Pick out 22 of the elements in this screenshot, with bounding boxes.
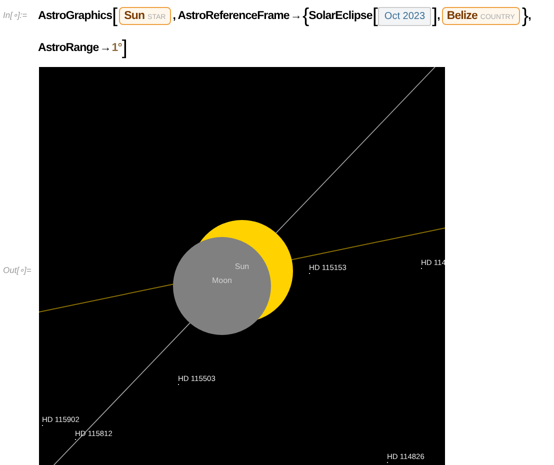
- rule-arrow: →: [99, 42, 112, 54]
- rule-arrow: →: [290, 10, 302, 22]
- date-object[interactable]: Oct 2023: [378, 6, 432, 26]
- body-label: Moon: [212, 276, 232, 285]
- output-label: Out[∘]=: [2, 264, 32, 277]
- code-text: ,: [437, 10, 440, 22]
- code-text: ,: [528, 10, 531, 22]
- quantity-value: 1°: [112, 42, 122, 54]
- entity-name: Sun: [124, 10, 145, 22]
- bracket: ]: [122, 38, 127, 58]
- input-label: In[∘]:=: [2, 9, 28, 22]
- bracket: ]: [432, 6, 438, 26]
- code-text: AstroGraphics: [38, 10, 112, 22]
- code-text: AstroRange: [38, 42, 99, 54]
- entity-name: Belize: [446, 10, 478, 22]
- body-label: Sun: [234, 262, 250, 271]
- code-text: , AstroReferenceFrame: [172, 10, 290, 22]
- bracket: [: [372, 6, 378, 26]
- bracket: }: [522, 6, 528, 26]
- bracket: [: [112, 6, 118, 26]
- code-text: SolarEclipse: [308, 10, 372, 22]
- bracket: {: [302, 6, 309, 26]
